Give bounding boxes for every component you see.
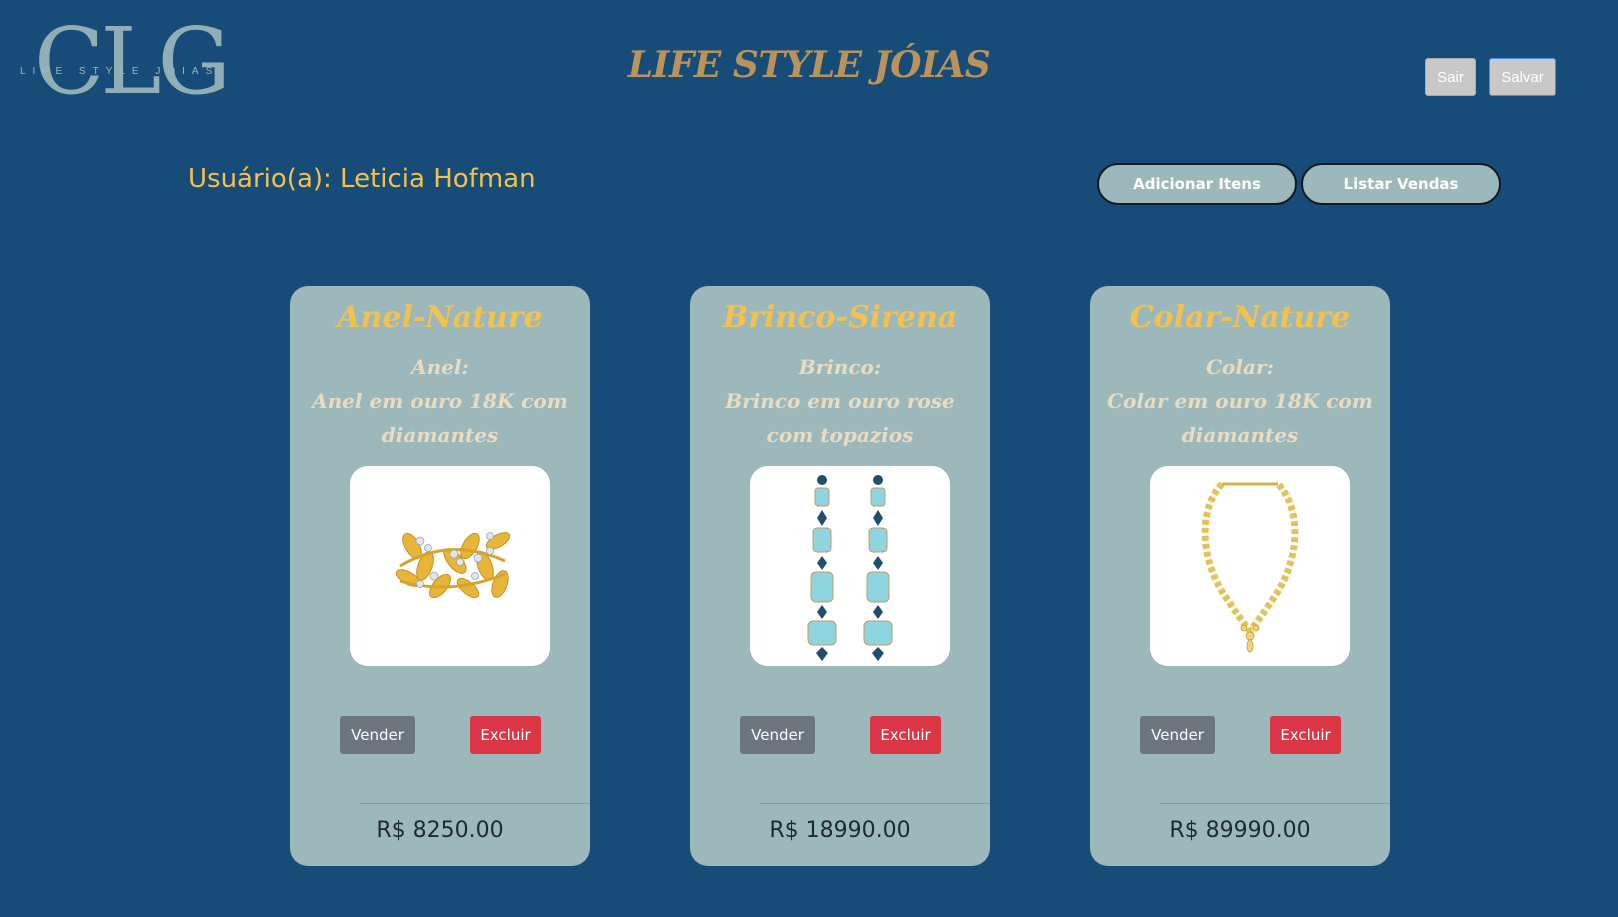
save-button[interactable]: Salvar [1489,58,1556,96]
sell-button[interactable]: Vender [340,716,415,754]
product-name: Anel-Nature [337,300,543,335]
user-name-label: Usuário(a): Leticia Hofman [188,164,536,194]
product-description: Brinco em ouro rose com topazios [725,389,955,447]
delete-button[interactable]: Excluir [870,716,941,754]
product-category: Colar: [1206,355,1274,379]
product-description-block: Brinco: Brinco em ouro rose com topazios [700,350,980,452]
add-items-button[interactable]: Adicionar Itens [1097,163,1297,205]
divider [360,803,590,804]
blue-topaz-earrings-icon [750,466,950,666]
product-price: R$ 89990.00 [1169,818,1311,843]
delete-button[interactable]: Excluir [470,716,541,754]
sell-button[interactable]: Vender [740,716,815,754]
page-title: LIFE STYLE JÓIAS [627,44,991,86]
product-card: Anel-Nature Anel: Anel em ouro 18K com d… [290,286,590,866]
gold-leaf-ring-icon [350,466,550,666]
list-sales-button[interactable]: Listar Vendas [1301,163,1501,205]
product-description-block: Anel: Anel em ouro 18K com diamantes [300,350,580,452]
product-description: Colar em ouro 18K com diamantes [1107,389,1373,447]
delete-button[interactable]: Excluir [1270,716,1341,754]
product-name: Brinco-Sirena [722,300,958,335]
gold-necklace-icon [1150,466,1350,666]
product-card: Brinco-Sirena Brinco: Brinco em ouro ros… [690,286,990,866]
logout-button[interactable]: Sair [1425,58,1476,96]
product-description: Anel em ouro 18K com diamantes [312,389,568,447]
product-price: R$ 8250.00 [376,818,504,843]
product-card: Colar-Nature Colar: Colar em ouro 18K co… [1090,286,1390,866]
product-category: Brinco: [798,355,882,379]
divider [1160,803,1390,804]
product-name: Colar-Nature [1129,300,1351,335]
divider [760,803,990,804]
product-category: Anel: [411,355,469,379]
product-price: R$ 18990.00 [769,818,911,843]
sell-button[interactable]: Vender [1140,716,1215,754]
product-description-block: Colar: Colar em ouro 18K com diamantes [1100,350,1380,452]
